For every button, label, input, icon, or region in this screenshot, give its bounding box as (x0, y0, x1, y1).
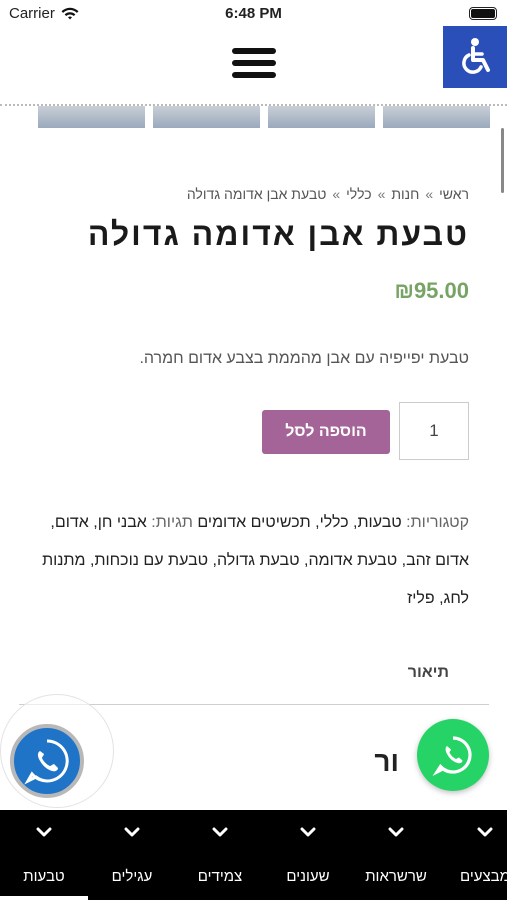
breadcrumb-separator: » (377, 186, 386, 202)
tag-link[interactable]: פליז (407, 590, 435, 607)
category-link[interactable]: כללי (320, 514, 349, 531)
product-title: טבעת אבן אדומה גדולה (87, 216, 469, 252)
nav-item-necklaces[interactable]: שרשראות (352, 810, 440, 900)
hamburger-menu-icon[interactable] (232, 48, 276, 78)
tag-link[interactable]: אדום (55, 514, 89, 531)
description-heading: ור (374, 746, 399, 777)
product-gallery-thumbnails (38, 106, 490, 128)
tag-link[interactable]: אבני חן (98, 514, 147, 531)
breadcrumb-shop[interactable]: חנות (391, 186, 419, 202)
scroll-indicator[interactable] (501, 128, 504, 193)
gallery-thumbnail[interactable] (268, 106, 375, 128)
chevron-down-icon (477, 827, 493, 837)
nav-item-bracelets[interactable]: צמידים (176, 810, 264, 900)
gallery-thumbnail[interactable] (38, 106, 145, 128)
battery-icon (469, 7, 497, 20)
product-price: ₪95.00 (394, 278, 470, 303)
product-short-description: טבעת יפייפיה עם אבן מהממת בצבע אדום חמרה… (139, 350, 469, 367)
chevron-down-icon (388, 827, 404, 837)
whatsapp-button[interactable] (417, 719, 489, 791)
gallery-thumbnail[interactable] (153, 106, 260, 128)
breadcrumb-home[interactable]: ראשי (439, 186, 469, 202)
tab-description[interactable]: תיאור (408, 664, 449, 682)
status-bar: Carrier 6:48 PM (0, 0, 507, 26)
chevron-down-icon (300, 827, 316, 837)
nav-label: שרשראות (365, 868, 427, 885)
wheelchair-icon (462, 38, 490, 74)
gallery-thumbnail[interactable] (383, 106, 490, 128)
category-link[interactable]: טבעות (357, 514, 401, 531)
breadcrumb-category[interactable]: כללי (346, 186, 371, 202)
nav-label: צמידים (197, 868, 243, 885)
nav-item-earrings[interactable]: עגילים (88, 810, 176, 900)
breadcrumb-separator: » (425, 186, 434, 202)
chevron-down-icon (124, 827, 140, 837)
add-to-cart-button[interactable]: הוספה לסל (262, 410, 390, 454)
nav-item-rings[interactable]: טבעות (0, 810, 88, 900)
whatsapp-icon (432, 736, 472, 776)
tag-link[interactable]: אדום זהב (406, 552, 469, 569)
status-time: 6:48 PM (225, 5, 282, 22)
product-meta: קטגוריות: טבעות, כללי, תכשיטים אדומים תג… (42, 514, 469, 607)
nav-item-sales[interactable]: מבצעים (440, 810, 507, 900)
call-button[interactable] (10, 724, 84, 798)
tag-link[interactable]: טבעת אדומה (308, 552, 397, 569)
phone-icon (24, 739, 69, 785)
nav-label: עגילים (111, 868, 153, 885)
site-header (0, 26, 507, 106)
accessibility-button[interactable] (443, 24, 507, 88)
nav-label: שעונים (286, 868, 330, 885)
quantity-input[interactable] (399, 402, 469, 460)
bottom-nav: טבעות עגילים צמידים שעונים שרשראות מבצעי… (0, 810, 507, 900)
chevron-down-icon (212, 827, 228, 837)
breadcrumb-current: טבעת אבן אדומה גדולה (186, 186, 327, 202)
nav-active-indicator (0, 896, 88, 900)
categories-label: קטגוריות: (406, 514, 469, 531)
chevron-down-icon (36, 827, 52, 837)
tag-link[interactable]: טבעת גדולה (217, 552, 300, 569)
tags-label: תגיות: (151, 514, 193, 531)
nav-label: טבעות (23, 868, 65, 885)
nav-item-watches[interactable]: שעונים (264, 810, 352, 900)
tag-link[interactable]: טבעת עם נוכחות (94, 552, 208, 569)
nav-label: מבצעים (460, 868, 507, 885)
category-link[interactable]: תכשיטים אדומים (197, 514, 310, 531)
breadcrumb: ראשי » חנות » כללי » טבעת אבן אדומה גדולה (187, 186, 469, 202)
breadcrumb-separator: » (332, 186, 341, 202)
